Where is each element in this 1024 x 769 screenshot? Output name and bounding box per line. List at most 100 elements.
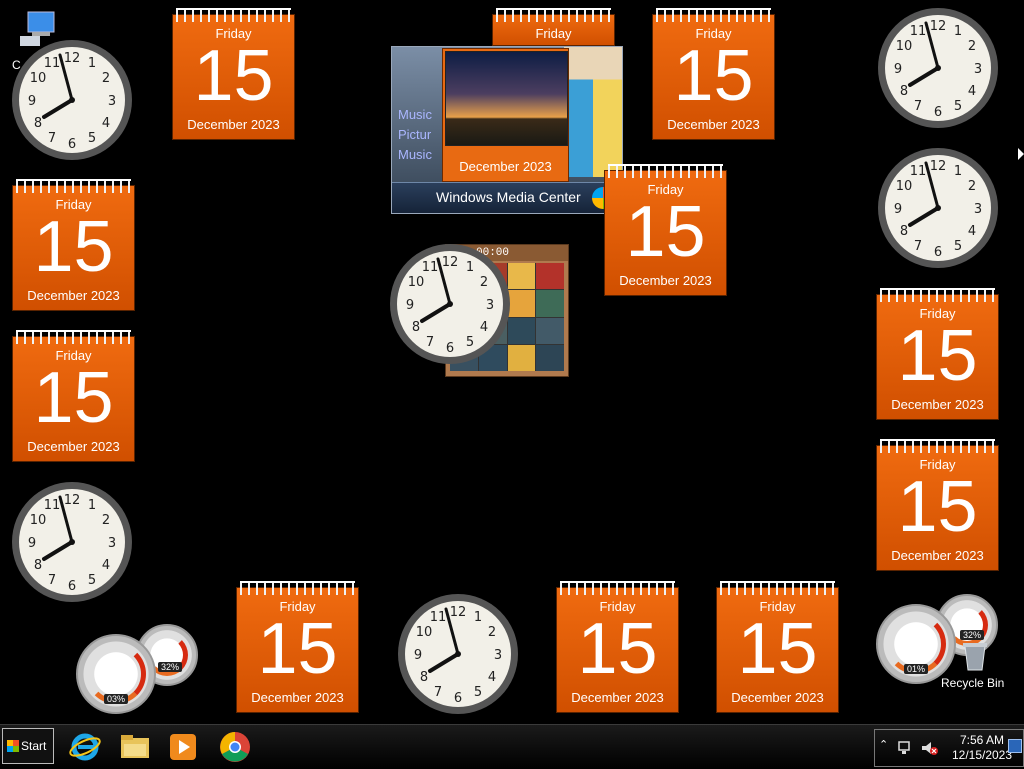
calendar-gadget[interactable]: Friday 15 December 2023 bbox=[604, 164, 727, 296]
svg-text:12: 12 bbox=[930, 19, 947, 34]
clock-gadget[interactable]: 12 12 3 4567 8 9 1011 bbox=[10, 480, 134, 604]
svg-text:7: 7 bbox=[48, 131, 56, 146]
svg-text:5: 5 bbox=[466, 335, 474, 350]
svg-text:10: 10 bbox=[416, 625, 433, 640]
cpu-meter-gadget[interactable]: 32% 03% bbox=[76, 622, 198, 714]
clock-gadget[interactable]: 12 12 3 4567 8 9 1011 bbox=[396, 592, 520, 716]
start-button[interactable]: Start bbox=[2, 728, 54, 764]
svg-text:11: 11 bbox=[44, 498, 61, 513]
show-desktop-icon[interactable] bbox=[1008, 739, 1022, 753]
calendar-rings bbox=[720, 581, 835, 595]
calendar-gadget[interactable]: Friday 15 December 2023 bbox=[172, 8, 295, 140]
svg-text:1: 1 bbox=[474, 610, 482, 625]
calendar-gadget[interactable]: Friday 15 December 2023 bbox=[716, 581, 839, 713]
svg-text:9: 9 bbox=[406, 298, 414, 313]
internet-explorer-icon[interactable] bbox=[68, 730, 102, 764]
calendar-month-year: December 2023 bbox=[571, 690, 664, 705]
puzzle-tile[interactable] bbox=[536, 317, 564, 344]
clock-center bbox=[935, 65, 941, 71]
svg-text:1: 1 bbox=[466, 260, 474, 275]
calendar-gadget[interactable]: Friday 15 December 2023 bbox=[876, 439, 999, 571]
svg-text:11: 11 bbox=[430, 610, 447, 625]
svg-text:6: 6 bbox=[934, 105, 942, 120]
recycle-bin-desktop-icon[interactable]: Recycle Bin bbox=[936, 640, 1016, 692]
slideshow-gadget[interactable]: December 2023 bbox=[442, 48, 569, 182]
calendar-day-number: 15 bbox=[577, 609, 658, 689]
svg-text:6: 6 bbox=[68, 579, 76, 594]
media-player-icon[interactable] bbox=[166, 730, 200, 764]
calendar-gadget[interactable]: Friday 15 December 2023 bbox=[236, 581, 359, 713]
menu-item-music-2[interactable]: Music bbox=[398, 145, 432, 165]
clock-gadget[interactable]: 12 12 3 4567 8 9 1011 bbox=[876, 6, 1000, 130]
calendar-day-name: Friday bbox=[535, 26, 572, 41]
svg-text:7: 7 bbox=[434, 685, 442, 700]
calendar-rings bbox=[560, 581, 675, 595]
memory-value: 32% bbox=[960, 630, 985, 640]
svg-text:1: 1 bbox=[954, 164, 962, 179]
svg-text:4: 4 bbox=[968, 224, 976, 239]
svg-text:3: 3 bbox=[108, 94, 116, 109]
clock-gadget[interactable]: 12 12 3 4567 8 9 1011 bbox=[876, 146, 1000, 270]
volume-muted-icon[interactable] bbox=[921, 740, 939, 756]
svg-text:4: 4 bbox=[968, 84, 976, 99]
puzzle-tile[interactable] bbox=[536, 290, 564, 317]
svg-text:12: 12 bbox=[64, 51, 81, 66]
svg-text:11: 11 bbox=[910, 164, 927, 179]
calendar-gadget[interactable]: Friday 15 December 2023 bbox=[876, 288, 999, 420]
calendar-rings bbox=[240, 581, 355, 595]
calendar-rings bbox=[880, 288, 995, 302]
svg-text:9: 9 bbox=[28, 94, 36, 109]
svg-text:6: 6 bbox=[454, 691, 462, 706]
file-explorer-icon[interactable] bbox=[118, 730, 152, 764]
svg-text:6: 6 bbox=[68, 137, 76, 152]
svg-text:2: 2 bbox=[968, 179, 976, 194]
svg-text:3: 3 bbox=[486, 298, 494, 313]
clock-gadget[interactable]: 12 12 3 4567 8 9 1011 bbox=[388, 242, 512, 366]
svg-text:2: 2 bbox=[480, 275, 488, 290]
calendar-month-year: December 2023 bbox=[731, 690, 824, 705]
calendar-rings bbox=[656, 8, 771, 22]
menu-item-music[interactable]: Music bbox=[398, 105, 432, 125]
show-hidden-icons-chevron[interactable]: ⌃ bbox=[879, 738, 888, 751]
svg-text:5: 5 bbox=[954, 99, 962, 114]
svg-text:8: 8 bbox=[34, 558, 42, 573]
calendar-day-number: 15 bbox=[257, 609, 338, 689]
svg-text:6: 6 bbox=[934, 245, 942, 260]
svg-text:5: 5 bbox=[954, 239, 962, 254]
svg-text:12: 12 bbox=[442, 255, 459, 270]
calendar-rings bbox=[608, 164, 723, 178]
chrome-icon[interactable] bbox=[218, 730, 252, 764]
calendar-day-number: 15 bbox=[625, 192, 706, 272]
svg-text:9: 9 bbox=[894, 202, 902, 217]
svg-text:7: 7 bbox=[48, 573, 56, 588]
svg-text:7: 7 bbox=[914, 239, 922, 254]
network-icon[interactable] bbox=[897, 740, 913, 756]
taskbar: Start ⌃ 7:56 AM 12/15/2023 bbox=[0, 724, 1024, 769]
calendar-gadget[interactable]: Friday 15 December 2023 bbox=[12, 179, 135, 311]
calendar-gadget[interactable]: Friday 15 December 2023 bbox=[12, 330, 135, 462]
puzzle-tile[interactable] bbox=[536, 344, 564, 371]
calendar-gadget[interactable]: Friday 15 December 2023 bbox=[652, 8, 775, 140]
cursor-arrow-icon bbox=[1018, 148, 1024, 160]
svg-text:3: 3 bbox=[494, 648, 502, 663]
calendar-day-number: 15 bbox=[33, 358, 114, 438]
svg-text:8: 8 bbox=[900, 224, 908, 239]
svg-text:4: 4 bbox=[102, 558, 110, 573]
start-label: Start bbox=[21, 739, 47, 753]
calendar-month-year: December 2023 bbox=[891, 397, 984, 412]
menu-item-pictures[interactable]: Pictur bbox=[398, 125, 432, 145]
svg-text:8: 8 bbox=[412, 320, 420, 335]
calendar-gadget[interactable]: Friday 15 December 2023 bbox=[556, 581, 679, 713]
recycle-bin-label: Recycle Bin bbox=[941, 676, 1005, 690]
puzzle-tile[interactable] bbox=[536, 263, 564, 290]
calendar-day-number: 15 bbox=[673, 36, 754, 116]
calendar-day-number: 15 bbox=[897, 467, 978, 547]
calendar-day-number: 15 bbox=[737, 609, 818, 689]
media-center-bar[interactable]: Windows Media Center bbox=[392, 182, 622, 213]
calendar-gadget[interactable]: Friday bbox=[492, 8, 615, 46]
clock-gadget[interactable]: 12 12 3 4567 8 9 1011 bbox=[10, 38, 134, 162]
calendar-month-year: December 2023 bbox=[27, 439, 120, 454]
svg-text:3: 3 bbox=[974, 62, 982, 77]
svg-text:10: 10 bbox=[408, 275, 425, 290]
svg-text:12: 12 bbox=[64, 493, 81, 508]
